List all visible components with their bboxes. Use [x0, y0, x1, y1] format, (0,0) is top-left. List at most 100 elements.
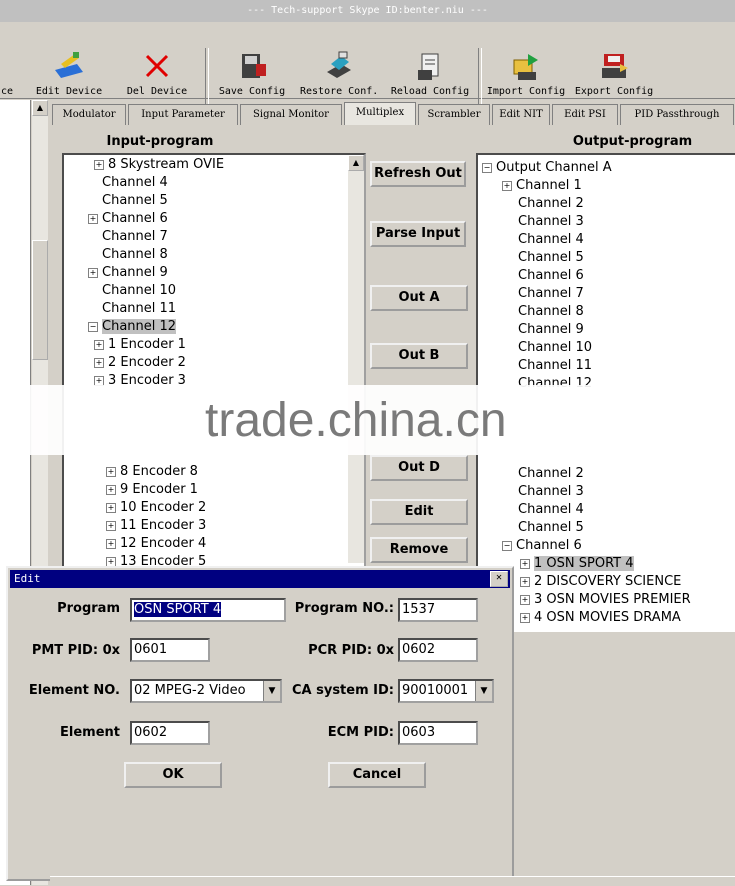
input-program-tree[interactable]: ▲ +8 Skystream OVIE Channel 4 Channel 5 + Ch… — [62, 153, 366, 569]
output-tree-item[interactable]: Channel 4 — [518, 231, 584, 249]
output-tree-item[interactable]: Channel 2 — [518, 465, 584, 483]
parse-input-button[interactable]: Parse Input — [370, 221, 466, 247]
output-tree-item[interactable]: Channel 4 — [518, 501, 584, 519]
edit-dialog: Edit ✕ Program OSN SPORT 4 Program NO.: … — [6, 566, 514, 881]
tab-pid-passthrough[interactable]: PID Passthrough — [620, 104, 734, 125]
output-tree-item[interactable]: +4 OSN MOVIES DRAMA — [520, 609, 681, 627]
element-field[interactable]: 0602 — [130, 721, 210, 745]
scrollbar-thumb[interactable] — [32, 240, 48, 360]
tab-edit-psi[interactable]: Edit PSI — [552, 104, 618, 125]
tab-scrambler[interactable]: Scrambler — [418, 104, 490, 125]
refresh-out-button[interactable]: Refresh Out — [370, 161, 466, 187]
input-tree-item[interactable]: Channel 5 — [102, 192, 168, 210]
cancel-button[interactable]: Cancel — [328, 762, 426, 788]
ca-system-id-select[interactable]: 90010001 ▼ — [398, 679, 494, 703]
out-b-button[interactable]: Out B — [370, 343, 468, 369]
program-no-field[interactable]: 1537 — [398, 598, 478, 622]
expand-icon[interactable]: + — [520, 576, 530, 587]
output-tree-item[interactable]: Channel 5 — [518, 249, 584, 267]
input-tree-item[interactable]: +11 Encoder 3 — [106, 517, 206, 535]
input-tree-item[interactable]: Channel 10 — [102, 282, 176, 300]
edit-button[interactable]: Edit — [370, 499, 468, 525]
output-tree-item[interactable]: +3 OSN MOVIES PREMIER — [520, 591, 691, 609]
output-tree-item[interactable]: Channel 8 — [518, 303, 584, 321]
export-config-button[interactable]: Export Config — [572, 50, 656, 97]
input-tree-item[interactable]: Channel 7 — [102, 228, 168, 246]
expand-icon[interactable]: + — [502, 180, 512, 191]
expand-icon[interactable]: + — [520, 612, 530, 623]
output-tree-item[interactable]: +2 DISCOVERY SCIENCE — [520, 573, 681, 591]
out-a-button[interactable]: Out A — [370, 285, 468, 311]
output-tree-item[interactable]: − Channel 6 — [502, 537, 582, 555]
program-name-field[interactable]: OSN SPORT 4 — [130, 598, 286, 622]
input-tree-item[interactable]: +9 Encoder 1 — [106, 481, 198, 499]
output-tree-item[interactable]: Channel 5 — [518, 519, 584, 537]
del-device-button[interactable]: Del Device — [122, 50, 192, 97]
expand-icon[interactable]: + — [106, 484, 116, 495]
dropdown-arrow-icon[interactable]: ▼ — [475, 681, 492, 701]
output-tree-item[interactable]: Channel 6 — [518, 267, 584, 285]
expand-icon[interactable]: + — [94, 339, 104, 350]
input-tree-item[interactable]: − Channel 12 — [88, 318, 177, 336]
expand-icon[interactable]: + — [106, 538, 116, 549]
collapse-icon[interactable]: − — [502, 540, 512, 551]
input-tree-item[interactable]: +8 Encoder 8 — [106, 463, 198, 481]
input-tree-item[interactable]: +1 Encoder 1 — [94, 336, 186, 354]
input-tree-item[interactable]: +10 Encoder 2 — [106, 499, 206, 517]
output-tree-item[interactable]: Channel 10 — [518, 339, 592, 357]
input-tree-scrollbar[interactable]: ▲ — [348, 155, 364, 563]
tab-edit-nit[interactable]: Edit NIT — [492, 104, 550, 125]
expand-icon[interactable]: + — [106, 466, 116, 477]
output-tree-item[interactable]: Channel 9 — [518, 321, 584, 339]
expand-icon[interactable]: + — [94, 357, 104, 368]
expand-icon[interactable]: + — [94, 375, 104, 386]
ecm-pid-field[interactable]: 0603 — [398, 721, 478, 745]
dropdown-arrow-icon[interactable]: ▼ — [263, 681, 280, 701]
output-tree-item[interactable]: Channel 3 — [518, 213, 584, 231]
expand-icon[interactable]: + — [88, 267, 98, 278]
expand-icon[interactable]: + — [520, 594, 530, 605]
close-icon[interactable]: ✕ — [490, 571, 508, 587]
expand-icon[interactable]: + — [94, 159, 104, 170]
input-tree-item[interactable]: Channel 11 — [102, 300, 176, 318]
out-d-button[interactable]: Out D — [370, 455, 468, 481]
tab-input-parameter[interactable]: Input Parameter — [128, 104, 238, 125]
scroll-up-arrow-icon[interactable]: ▲ — [32, 100, 48, 116]
tab-signal-monitor[interactable]: Signal Monitor — [240, 104, 342, 125]
toolbar-partial-button[interactable]: ce — [0, 50, 14, 97]
import-config-button[interactable]: Import Config — [484, 50, 568, 97]
save-config-button[interactable]: Save Config — [216, 50, 288, 97]
input-tree-item[interactable]: +12 Encoder 4 — [106, 535, 206, 553]
output-tree-item[interactable]: + Channel 1 — [502, 177, 582, 195]
ok-button[interactable]: OK — [124, 762, 222, 788]
scroll-up-arrow-icon[interactable]: ▲ — [348, 155, 364, 171]
expand-icon[interactable]: + — [106, 502, 116, 513]
pmt-pid-field[interactable]: 0601 — [130, 638, 210, 662]
expand-icon[interactable]: + — [106, 520, 116, 531]
output-tree-item[interactable]: Channel 11 — [518, 357, 592, 375]
remove-button[interactable]: Remove — [370, 537, 468, 563]
expand-icon[interactable]: + — [88, 213, 98, 224]
input-tree-item[interactable]: +8 Skystream OVIE — [94, 156, 224, 174]
input-tree-item[interactable]: + Channel 9 — [88, 264, 168, 282]
edit-device-button[interactable]: Edit Device — [32, 50, 106, 97]
output-root-item[interactable]: − Output Channel A — [482, 159, 612, 177]
reload-config-button[interactable]: Reload Config — [388, 50, 472, 97]
pcr-pid-field[interactable]: 0602 — [398, 638, 478, 662]
input-tree-item[interactable]: Channel 4 — [102, 174, 168, 192]
output-tree-item[interactable]: +1 OSN SPORT 4 — [520, 555, 634, 573]
input-tree-item[interactable]: + Channel 6 — [88, 210, 168, 228]
tab-multiplex[interactable]: Multiplex — [344, 102, 416, 125]
tab-modulator[interactable]: Modulator — [52, 104, 126, 125]
input-tree-item[interactable]: +2 Encoder 2 — [94, 354, 186, 372]
output-tree-item[interactable]: Channel 2 — [518, 195, 584, 213]
output-tree-item[interactable]: Channel 3 — [518, 483, 584, 501]
expand-icon[interactable]: + — [106, 556, 116, 567]
input-tree-item[interactable]: Channel 8 — [102, 246, 168, 264]
restore-config-button[interactable]: Restore Conf. — [300, 50, 378, 97]
collapse-icon[interactable]: − — [482, 162, 492, 173]
expand-icon[interactable]: + — [520, 558, 530, 569]
collapse-icon[interactable]: − — [88, 321, 98, 332]
output-tree-item[interactable]: Channel 7 — [518, 285, 584, 303]
element-no-select[interactable]: 02 MPEG-2 Video ▼ — [130, 679, 282, 703]
